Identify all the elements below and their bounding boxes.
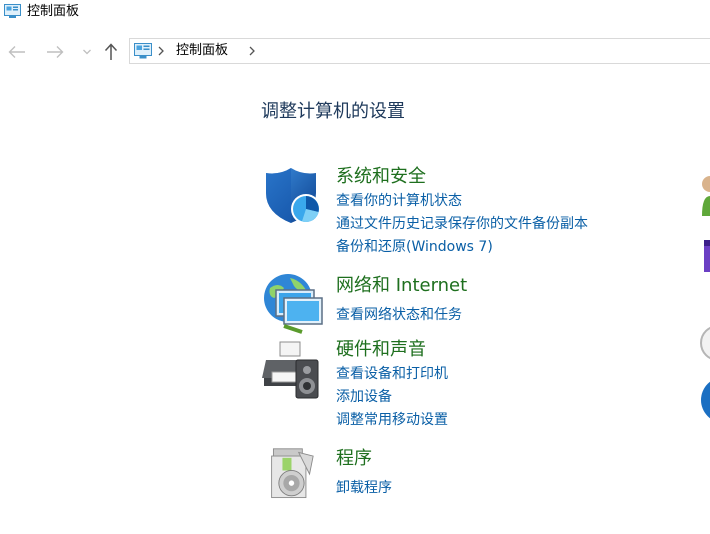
control-panel-icon (4, 4, 21, 18)
control-panel-icon (134, 43, 152, 59)
link-view-devices-printers[interactable]: 查看设备和打印机 (336, 364, 448, 384)
chevron-down-icon (83, 49, 91, 55)
category-title[interactable]: 程序 (336, 447, 372, 471)
address-bar[interactable]: 控制面板 (129, 38, 710, 64)
category-network-internet: 网络和 Internet 查看网络状态和任务 (262, 274, 682, 334)
breadcrumb-control-panel[interactable]: 控制面板 (176, 42, 228, 60)
link-backup-restore[interactable]: 备份和还原(Windows 7) (336, 237, 493, 257)
clock-region-icon[interactable] (700, 324, 710, 362)
category-system-security: 系统和安全 查看你的计算机状态 通过文件历史记录保存你的文件备份副本 备份和还原… (262, 165, 682, 265)
category-programs: 程序 卸载程序 (262, 447, 682, 507)
link-add-device[interactable]: 添加设备 (336, 387, 392, 407)
up-button[interactable] (100, 42, 122, 62)
link-uninstall-program[interactable]: 卸载程序 (336, 478, 392, 498)
title-bar: 控制面板 (0, 0, 710, 26)
link-view-computer-status[interactable]: 查看你的计算机状态 (336, 191, 462, 211)
printer-speaker-icon[interactable] (262, 338, 324, 400)
recent-locations-button[interactable] (80, 42, 94, 62)
category-title[interactable]: 系统和安全 (336, 165, 426, 189)
category-title[interactable]: 网络和 Internet (336, 274, 467, 298)
chevron-right-icon[interactable] (156, 44, 166, 58)
back-button[interactable] (6, 42, 28, 62)
arrow-left-icon (8, 46, 25, 58)
arrow-up-icon (104, 43, 118, 60)
chevron-right-icon[interactable] (247, 44, 257, 58)
ease-of-access-icon[interactable] (700, 376, 710, 424)
category-hardware-sound: 硬件和声音 查看设备和打印机 添加设备 调整常用移动设置 (262, 338, 682, 433)
forward-button[interactable] (44, 42, 66, 62)
link-file-history-backup[interactable]: 通过文件历史记录保存你的文件备份副本 (336, 214, 588, 234)
appearance-icon[interactable] (700, 238, 710, 274)
category-title[interactable]: 硬件和声音 (336, 338, 426, 362)
shield-icon[interactable] (262, 165, 324, 227)
network-globe-icon[interactable] (262, 274, 324, 336)
page-heading: 调整计算机的设置 (261, 101, 405, 122)
programs-disc-icon[interactable] (268, 447, 324, 503)
user-accounts-icon[interactable] (700, 172, 710, 218)
arrow-right-icon (47, 46, 64, 58)
link-view-network-status[interactable]: 查看网络状态和任务 (336, 305, 462, 325)
link-mobility-settings[interactable]: 调整常用移动设置 (336, 410, 448, 430)
window-title: 控制面板 (27, 4, 80, 19)
